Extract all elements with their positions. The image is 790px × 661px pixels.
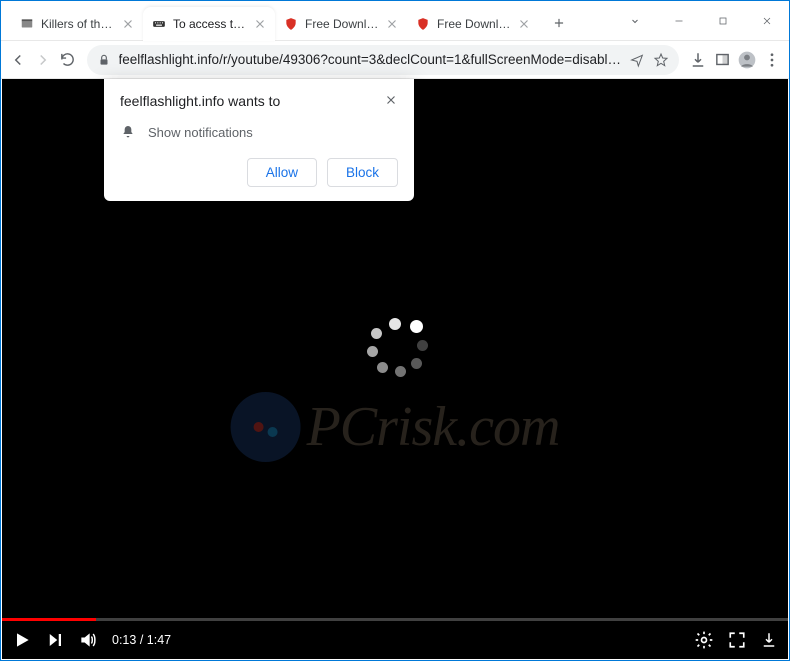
movie-icon bbox=[19, 16, 35, 32]
tab-0[interactable]: Killers of the Flo bbox=[11, 7, 143, 41]
loading-spinner bbox=[365, 316, 425, 376]
forward-button[interactable] bbox=[32, 45, 55, 75]
play-button[interactable] bbox=[12, 630, 32, 650]
panel-icon[interactable] bbox=[711, 45, 734, 75]
watermark-text: PCrisk.com bbox=[307, 395, 560, 459]
player-controls: 0:13 / 1:47 bbox=[2, 621, 788, 659]
menu-icon[interactable] bbox=[760, 45, 783, 75]
close-icon[interactable] bbox=[385, 17, 399, 31]
share-icon[interactable] bbox=[629, 52, 645, 68]
titlebar: Killers of the Flo To access the w Free … bbox=[1, 1, 789, 41]
shield-icon bbox=[415, 16, 431, 32]
duration: 1:47 bbox=[147, 633, 171, 647]
tab-2[interactable]: Free Download bbox=[275, 7, 407, 41]
url-text: feelflashlight.info/r/youtube/49306?coun… bbox=[119, 52, 621, 67]
tab-label: Free Download bbox=[437, 17, 513, 31]
tab-label: Killers of the Flo bbox=[41, 17, 117, 31]
star-icon[interactable] bbox=[653, 52, 669, 68]
block-button[interactable]: Block bbox=[327, 158, 398, 187]
fullscreen-button[interactable] bbox=[728, 631, 746, 649]
maximize-button[interactable] bbox=[701, 1, 745, 41]
next-button[interactable] bbox=[46, 631, 64, 649]
time-display: 0:13 / 1:47 bbox=[112, 633, 171, 647]
minimize-button[interactable] bbox=[657, 1, 701, 41]
close-window-button[interactable] bbox=[745, 1, 789, 41]
prompt-title: feelflashlight.info wants to bbox=[120, 93, 280, 109]
settings-button[interactable] bbox=[694, 630, 714, 650]
tab-strip: Killers of the Flo To access the w Free … bbox=[11, 7, 539, 41]
allow-button[interactable]: Allow bbox=[247, 158, 317, 187]
lock-icon bbox=[97, 53, 111, 67]
tab-label: Free Download bbox=[305, 17, 381, 31]
download-button[interactable] bbox=[760, 631, 778, 649]
close-icon[interactable] bbox=[384, 93, 398, 112]
keyboard-icon bbox=[151, 16, 167, 32]
tab-3[interactable]: Free Download bbox=[407, 7, 539, 41]
browser-toolbar: feelflashlight.info/r/youtube/49306?coun… bbox=[1, 41, 789, 79]
chevron-down-icon[interactable] bbox=[613, 1, 657, 41]
notification-prompt: feelflashlight.info wants to Show notifi… bbox=[104, 79, 414, 201]
profile-icon[interactable] bbox=[736, 45, 759, 75]
watermark-logo-icon bbox=[231, 392, 301, 462]
tab-1[interactable]: To access the w bbox=[143, 7, 275, 41]
close-icon[interactable] bbox=[121, 17, 135, 31]
current-time: 0:13 bbox=[112, 633, 136, 647]
volume-button[interactable] bbox=[78, 630, 98, 650]
window-controls bbox=[613, 1, 789, 41]
new-tab-button[interactable] bbox=[545, 9, 573, 37]
watermark: PCrisk.com bbox=[231, 392, 560, 462]
prompt-permission: Show notifications bbox=[148, 125, 253, 140]
close-icon[interactable] bbox=[517, 17, 531, 31]
close-icon[interactable] bbox=[253, 17, 267, 31]
tab-label: To access the w bbox=[173, 17, 249, 31]
back-button[interactable] bbox=[7, 45, 30, 75]
bell-icon bbox=[120, 124, 136, 140]
shield-icon bbox=[283, 16, 299, 32]
address-bar[interactable]: feelflashlight.info/r/youtube/49306?coun… bbox=[87, 45, 679, 75]
download-icon[interactable] bbox=[687, 45, 710, 75]
reload-button[interactable] bbox=[56, 45, 79, 75]
